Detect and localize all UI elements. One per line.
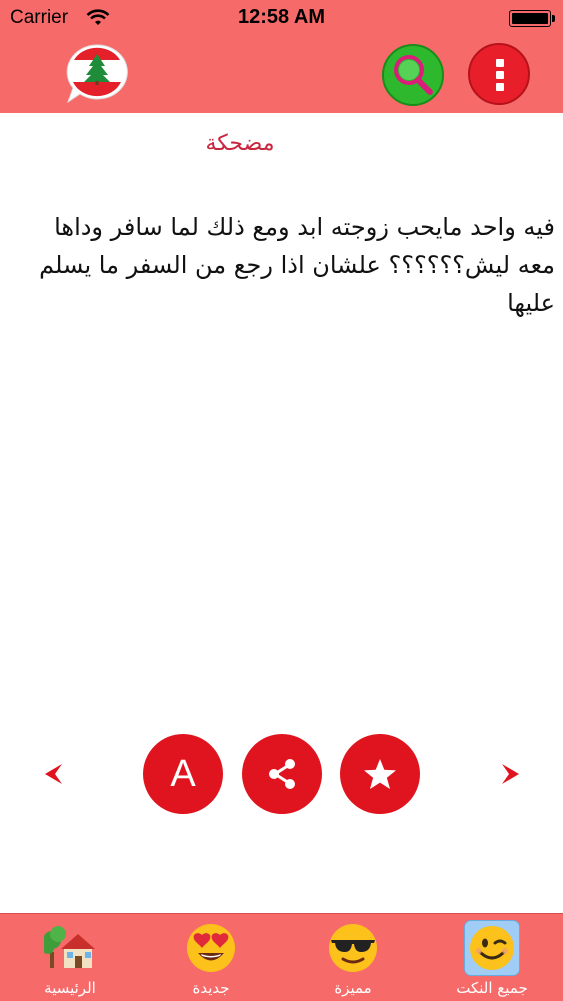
tab-featured-label: مميزة [334, 979, 372, 997]
menu-button[interactable] [468, 43, 530, 105]
favorite-button[interactable] [340, 734, 420, 814]
tab-all-jokes-label: جميع النكت [456, 979, 528, 997]
tab-home[interactable]: الرئيسية [20, 914, 120, 1001]
tab-featured[interactable]: مميزة [303, 914, 403, 1001]
lebanon-flag-chat-icon[interactable] [62, 42, 132, 104]
share-button[interactable] [242, 734, 322, 814]
joke-text: فيه واحد مايحب زوجته ابد ومع ذلك لما ساف… [39, 213, 555, 317]
tab-new[interactable]: جديدة [161, 914, 261, 1001]
tab-new-label: جديدة [192, 979, 230, 997]
font-size-button[interactable]: A [143, 734, 223, 814]
battery-icon [509, 10, 555, 27]
tab-all-jokes[interactable]: جميع النكت [442, 914, 542, 1001]
status-bar: Carrier 12:58 AM [0, 0, 563, 38]
arrow-left-icon[interactable] [42, 762, 64, 786]
magnifier-icon [394, 55, 433, 95]
joke-category: مضحكة [205, 131, 275, 156]
sunglasses-emoji-icon [329, 924, 377, 972]
status-time: 12:58 AM [237, 6, 326, 28]
arrow-right-icon[interactable] [500, 762, 522, 786]
house-tree-icon [44, 926, 95, 968]
star-icon [364, 759, 396, 789]
heart-eyes-emoji-icon [187, 924, 235, 972]
search-button[interactable] [382, 44, 444, 106]
tab-home-label: الرئيسية [44, 979, 96, 997]
tab-bar: الرئيسية جديدة مميزة جميع النكت [0, 913, 563, 1001]
header-bar: Carrier 12:58 AM [0, 0, 563, 113]
font-size-icon: A [170, 753, 196, 795]
share-icon [269, 759, 295, 789]
winking-face-icon [470, 926, 514, 970]
